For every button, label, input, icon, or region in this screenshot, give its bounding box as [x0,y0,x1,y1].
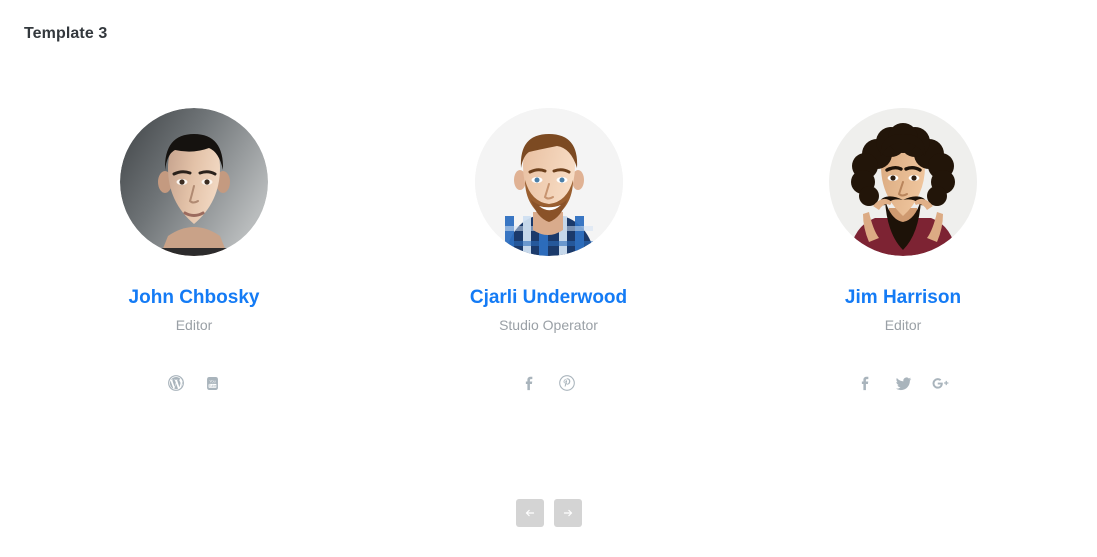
carousel-prev-button[interactable] [515,499,544,527]
member-role: Editor [884,317,922,333]
member-name: Jim Harrison [844,287,962,308]
svg-text:Tube: Tube [209,383,217,387]
arrow-left-icon [523,506,537,520]
avatar [120,108,268,256]
team-member-card: John Chbosky Editor You Tube [24,108,364,393]
member-name: Cjarli Underwood [469,287,628,308]
team-members-row: John Chbosky Editor You Tube Cjarli Unde… [0,108,1097,393]
avatar [474,108,623,256]
youtube-icon[interactable]: You Tube [203,373,223,393]
pinterest-icon[interactable] [557,373,577,393]
google-plus-icon[interactable] [930,373,950,393]
team-template-page: Template 3 John Chbosky Editor You Tube … [0,0,1097,557]
social-links: You Tube [166,373,223,393]
arrow-right-icon [561,506,575,520]
facebook-icon[interactable] [856,373,876,393]
member-role: Studio Operator [499,317,598,333]
team-member-card: Cjarli Underwood Studio Operator [379,108,719,393]
member-name: John Chbosky [128,287,260,308]
social-links [520,373,577,393]
svg-text:You: You [209,379,215,383]
avatar [829,108,977,256]
member-role: Editor [175,317,213,333]
social-links [856,373,950,393]
team-member-card: Jim Harrison Editor [733,108,1073,393]
facebook-icon[interactable] [520,373,540,393]
carousel-next-button[interactable] [553,499,582,527]
carousel-navigation [0,499,1097,527]
wordpress-icon[interactable] [166,373,186,393]
page-title: Template 3 [24,25,108,42]
twitter-icon[interactable] [893,373,913,393]
